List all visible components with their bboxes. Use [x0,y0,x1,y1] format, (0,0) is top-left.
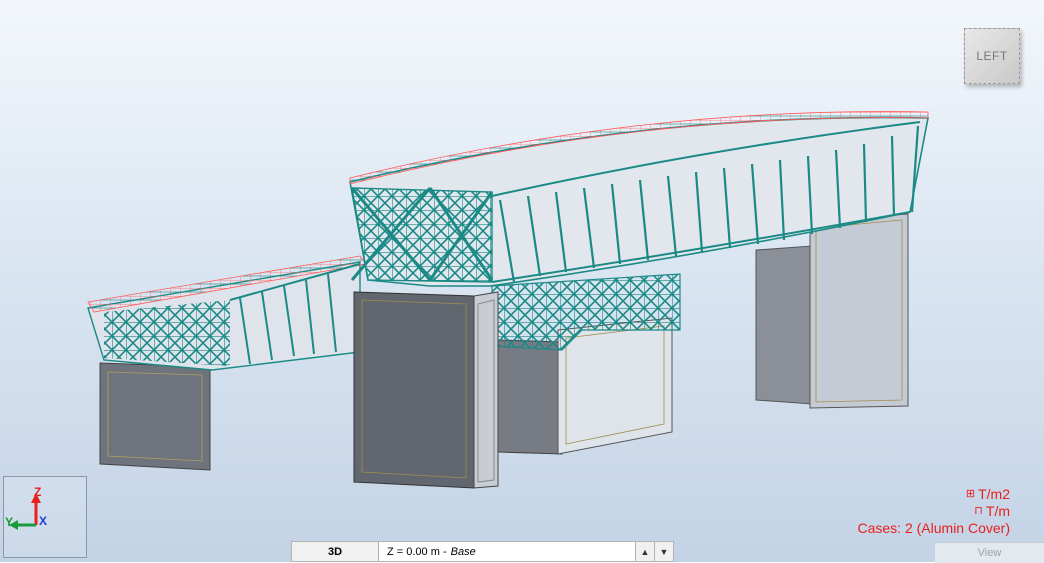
pier-left[interactable] [99,362,211,471]
view-level-toolbar: 3D Z = 0.00 m - Base ▲ ▼ [291,541,674,562]
line-load-unit: T/m [985,503,1010,519]
level-up-icon[interactable]: ▲ [635,542,654,561]
axis-z-label: Z [34,485,42,499]
line-load-icon: ⊓ [974,505,983,517]
deck-span-left[interactable] [87,255,367,371]
axis-indicator: Z Y X [3,476,87,558]
load-cases-text: Cases: 2 (Alumin Cover) [857,520,1011,536]
level-down-icon[interactable]: ▼ [654,542,673,561]
load-legend: ⊞ T/m2 ⊓ T/m Cases: 2 (Alumin Cover) [858,486,1011,537]
level-name: Base [450,545,476,558]
view-mode-button[interactable]: 3D [292,542,379,561]
structure-model[interactable] [0,0,1044,562]
viewcube-face-label: LEFT [976,49,1008,63]
axis-y-label: Y [5,515,14,529]
area-load-icon: ⊞ [965,488,976,500]
view-tab[interactable]: View [935,542,1044,563]
pier-center-front[interactable] [353,291,499,489]
pier-right-rear[interactable] [755,213,909,409]
level-prefix: Z = 0.00 m - [387,545,447,558]
level-selector[interactable]: Z = 0.00 m - Base [379,542,635,561]
3d-viewport[interactable]: LEFT Z Y X ⊞ T/m2 ⊓ T/m Cases: 2 (Alumin… [0,0,1044,562]
axis-x-label: X [39,514,48,528]
viewcube[interactable]: LEFT [964,28,1020,84]
area-load-unit: T/m2 [978,486,1010,502]
